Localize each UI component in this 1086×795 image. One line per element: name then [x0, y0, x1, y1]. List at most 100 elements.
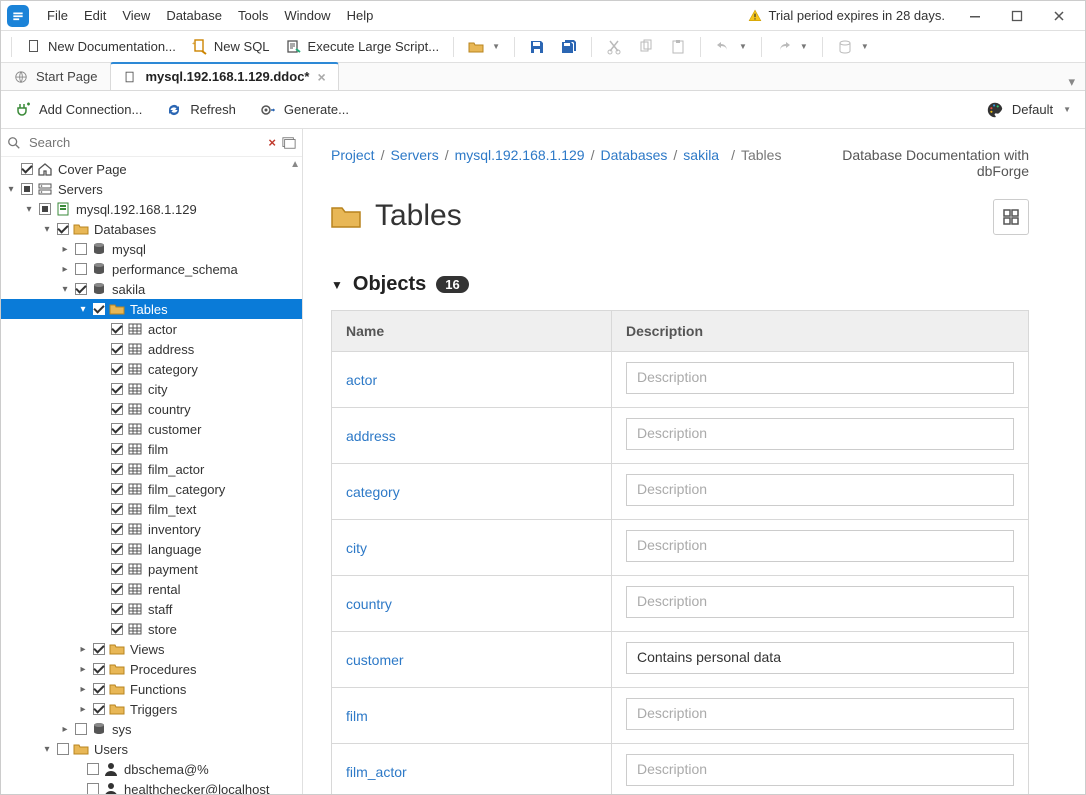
tree-node-table[interactable]: film_text	[1, 499, 302, 519]
tree-checkbox[interactable]	[93, 683, 105, 695]
tree-node-table[interactable]: film	[1, 439, 302, 459]
tree-node-table[interactable]: language	[1, 539, 302, 559]
tree-checkbox[interactable]	[21, 163, 33, 175]
tree-node-procedures[interactable]: ▸ Procedures	[1, 659, 302, 679]
tree-checkbox[interactable]	[111, 343, 123, 355]
tree-expander[interactable]: ▸	[77, 664, 89, 675]
maximize-button[interactable]	[997, 1, 1037, 31]
search-clear-button[interactable]: ×	[268, 135, 276, 150]
tree-checkbox[interactable]	[93, 643, 105, 655]
tree-node-functions[interactable]: ▸ Functions	[1, 679, 302, 699]
object-name-link[interactable]: address	[346, 428, 396, 444]
tree-expander[interactable]: ▸	[77, 684, 89, 695]
object-description-input[interactable]	[626, 418, 1014, 450]
tree-node-db-performance-schema[interactable]: ▸ performance_schema	[1, 259, 302, 279]
cut-button[interactable]	[600, 34, 628, 60]
redo-button[interactable]: ▼	[770, 34, 814, 60]
copy-button[interactable]	[632, 34, 660, 60]
tab-close-button[interactable]: ×	[317, 63, 325, 91]
tree-checkbox[interactable]	[111, 403, 123, 415]
tree-checkbox[interactable]	[111, 583, 123, 595]
tree-checkbox[interactable]	[39, 203, 51, 215]
tree-checkbox[interactable]	[111, 623, 123, 635]
tree-checkbox[interactable]	[111, 443, 123, 455]
breadcrumb-servers[interactable]: Servers	[390, 147, 438, 163]
tree-expander[interactable]: ▾	[23, 204, 35, 215]
tree-node-table[interactable]: film_actor	[1, 459, 302, 479]
tree-checkbox[interactable]	[93, 703, 105, 715]
tree-checkbox[interactable]	[57, 743, 69, 755]
open-folder-button[interactable]: ▼	[462, 34, 506, 60]
undo-button[interactable]: ▼	[709, 34, 753, 60]
tree-node-table[interactable]: actor	[1, 319, 302, 339]
tree-checkbox[interactable]	[57, 223, 69, 235]
tab-active-document[interactable]: mysql.192.168.1.129.ddoc* ×	[110, 62, 338, 90]
refresh-button[interactable]: Refresh	[160, 98, 242, 122]
content-scroll[interactable]: Project/ Servers/ mysql.192.168.1.129/ D…	[303, 129, 1085, 794]
menu-window[interactable]: Window	[276, 1, 338, 31]
object-name-link[interactable]: country	[346, 596, 392, 612]
tree-expander[interactable]: ▾	[41, 224, 53, 235]
tree-checkbox[interactable]	[87, 763, 99, 775]
tree-node-table[interactable]: category	[1, 359, 302, 379]
view-grid-toggle[interactable]	[993, 199, 1029, 235]
tabstrip-overflow-button[interactable]: ▾	[1058, 74, 1085, 90]
generate-button[interactable]: Generate...	[254, 98, 355, 122]
object-description-input[interactable]	[626, 586, 1014, 618]
tree-checkbox[interactable]	[75, 263, 87, 275]
tree-expander[interactable]: ▾	[77, 304, 89, 315]
breadcrumb-databases[interactable]: Databases	[600, 147, 667, 163]
tree-node-user[interactable]: healthchecker@localhost	[1, 779, 302, 794]
tree-checkbox[interactable]	[75, 283, 87, 295]
menu-database[interactable]: Database	[158, 1, 230, 31]
tree-node-table[interactable]: country	[1, 399, 302, 419]
breadcrumb-project[interactable]: Project	[331, 147, 375, 163]
tree-node-table[interactable]: city	[1, 379, 302, 399]
tree-checkbox[interactable]	[111, 423, 123, 435]
tree-node-cover-page[interactable]: Cover Page	[1, 159, 302, 179]
object-description-input[interactable]	[626, 474, 1014, 506]
tree-node-db-sys[interactable]: ▸ sys	[1, 719, 302, 739]
tree-expander[interactable]: ▸	[77, 644, 89, 655]
tree-node-table[interactable]: customer	[1, 419, 302, 439]
tree-checkbox[interactable]	[111, 363, 123, 375]
tree-node-table[interactable]: inventory	[1, 519, 302, 539]
save-all-button[interactable]	[555, 34, 583, 60]
new-documentation-button[interactable]: New Documentation...	[20, 34, 182, 60]
close-button[interactable]	[1039, 1, 1079, 31]
tree-node-table[interactable]: rental	[1, 579, 302, 599]
tree-node-user[interactable]: dbschema@%	[1, 759, 302, 779]
menu-edit[interactable]: Edit	[76, 1, 114, 31]
tree-expander[interactable]: ▸	[59, 724, 71, 735]
object-description-input[interactable]	[626, 698, 1014, 730]
object-description-input[interactable]	[626, 754, 1014, 786]
tree-checkbox[interactable]	[111, 523, 123, 535]
object-description-input[interactable]	[626, 530, 1014, 562]
object-name-link[interactable]: film	[346, 708, 368, 724]
object-name-link[interactable]: actor	[346, 372, 377, 388]
execute-large-script-button[interactable]: Execute Large Script...	[280, 34, 446, 60]
menu-view[interactable]: View	[114, 1, 158, 31]
object-description-input[interactable]	[626, 642, 1014, 674]
theme-selector[interactable]: Default ▼	[980, 97, 1077, 123]
tree-node-db-mysql[interactable]: ▸ mysql	[1, 239, 302, 259]
tree-node-table[interactable]: film_category	[1, 479, 302, 499]
tree-node-table[interactable]: payment	[1, 559, 302, 579]
menu-file[interactable]: File	[39, 1, 76, 31]
tree-checkbox[interactable]	[87, 783, 99, 794]
tree-node-server-host[interactable]: ▾ mysql.192.168.1.129	[1, 199, 302, 219]
tree-checkbox[interactable]	[111, 483, 123, 495]
database-dropdown-button[interactable]: ▼	[831, 34, 875, 60]
tree-node-db-sakila[interactable]: ▾ sakila	[1, 279, 302, 299]
tree-checkbox[interactable]	[111, 463, 123, 475]
save-button[interactable]	[523, 34, 551, 60]
tree-node-servers[interactable]: ▾ Servers	[1, 179, 302, 199]
object-name-link[interactable]: customer	[346, 652, 404, 668]
tree-node-triggers[interactable]: ▸ Triggers	[1, 699, 302, 719]
tree-node-tables[interactable]: ▾ Tables	[1, 299, 302, 319]
tree-expander[interactable]: ▸	[77, 704, 89, 715]
minimize-button[interactable]	[955, 1, 995, 31]
objects-section-header[interactable]: ▼ Objects 16	[331, 273, 1029, 296]
object-name-link[interactable]: film_actor	[346, 764, 407, 780]
tree-expander[interactable]: ▾	[5, 184, 17, 195]
